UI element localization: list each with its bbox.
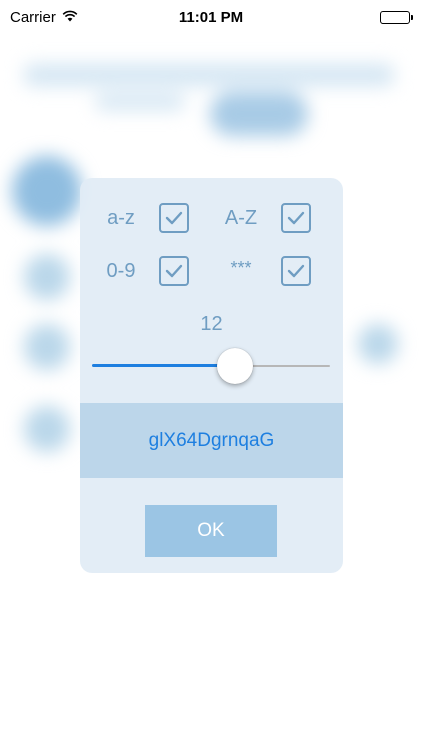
slider-thumb[interactable] xyxy=(217,348,253,384)
check-icon xyxy=(287,211,305,225)
option-label-digits: 0-9 xyxy=(106,260,136,282)
checkbox-lowercase[interactable] xyxy=(159,203,189,233)
status-left: Carrier xyxy=(10,9,78,26)
length-value: 12 xyxy=(200,313,223,335)
wifi-icon xyxy=(62,9,78,26)
checkbox-digits[interactable] xyxy=(159,256,189,286)
check-icon xyxy=(165,211,183,225)
generated-password: glX64DgrnqaG xyxy=(148,429,275,451)
checkbox-uppercase[interactable] xyxy=(281,203,311,233)
password-display: glX64DgrnqaG xyxy=(80,403,343,478)
length-slider[interactable] xyxy=(92,346,330,386)
ok-button[interactable]: OK xyxy=(145,505,277,557)
checkbox-symbols[interactable] xyxy=(281,256,311,286)
slider-track-filled xyxy=(92,364,235,367)
battery-icon xyxy=(380,10,413,24)
option-label-uppercase: A-Z xyxy=(224,207,258,229)
option-label-lowercase: a-z xyxy=(107,207,135,229)
check-icon xyxy=(287,264,305,278)
option-label-symbols: *** xyxy=(230,258,252,278)
check-icon xyxy=(165,264,183,278)
status-bar: Carrier 11:01 PM xyxy=(0,0,422,34)
password-generator-dialog: a-z A-Z 0-9 *** 12 glX64DgrnqaG OK xyxy=(80,178,343,573)
carrier-label: Carrier xyxy=(10,8,56,26)
